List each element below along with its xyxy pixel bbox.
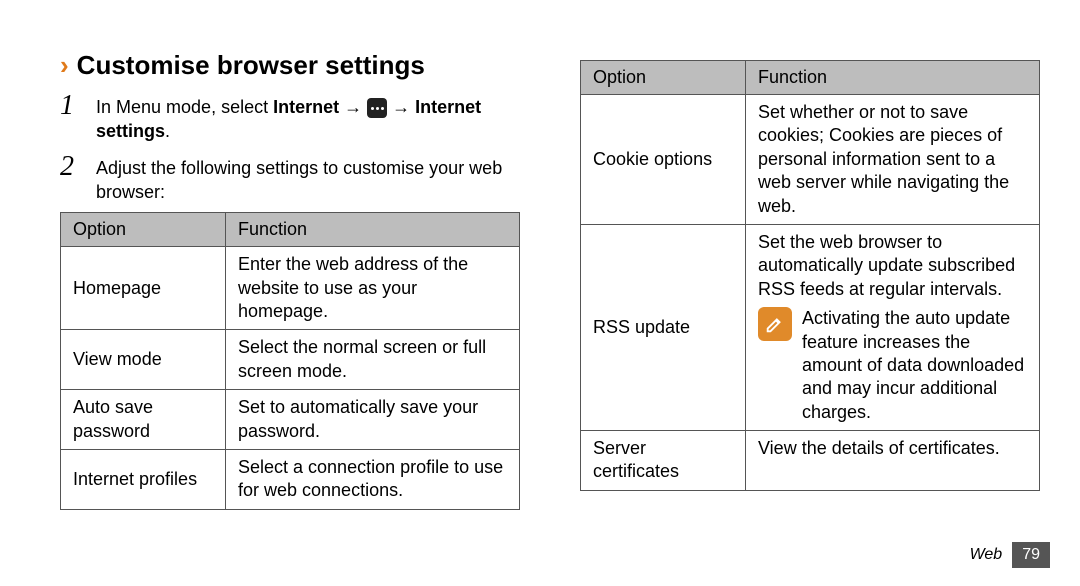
left-column: › Customise browser settings 1 In Menu m… (60, 50, 520, 586)
step-1: 1 In Menu mode, select Internet → → Inte… (60, 91, 520, 144)
manual-page: › Customise browser settings 1 In Menu m… (0, 0, 1080, 586)
page-footer: Web 79 (970, 542, 1050, 568)
table-row: Server certificates View the details of … (581, 431, 1040, 491)
section-heading: › Customise browser settings (60, 50, 520, 81)
table-row: Homepage Enter the web address of the we… (61, 247, 520, 330)
steps-list: 1 In Menu mode, select Internet → → Inte… (60, 91, 520, 204)
table-header-option: Option (61, 213, 226, 247)
step-number: 2 (60, 152, 82, 205)
table-row: RSS update Set the web browser to automa… (581, 224, 1040, 430)
note-block: Activating the auto update feature incre… (758, 307, 1027, 424)
table-header-function: Function (746, 61, 1040, 95)
step-2: 2 Adjust the following settings to custo… (60, 152, 520, 205)
rss-function-cell: Set the web browser to automatically upd… (746, 224, 1040, 430)
table-header-option: Option (581, 61, 746, 95)
chevron-right-icon: › (60, 52, 69, 78)
right-column: Option Function Cookie options Set wheth… (580, 50, 1040, 586)
table-row: Auto save password Set to automatically … (61, 390, 520, 450)
more-options-icon (367, 98, 387, 118)
options-table-right: Option Function Cookie options Set wheth… (580, 60, 1040, 491)
note-icon (758, 307, 792, 341)
step-number: 1 (60, 91, 82, 144)
footer-section: Web (970, 546, 1003, 564)
options-table-left: Option Function Homepage Enter the web a… (60, 212, 520, 510)
table-row: Cookie options Set whether or not to sav… (581, 95, 1040, 225)
heading-text: Customise browser settings (77, 50, 425, 81)
step-body: In Menu mode, select Internet → → Intern… (96, 91, 520, 144)
step-body: Adjust the following settings to customi… (96, 152, 520, 205)
table-row: View mode Select the normal screen or fu… (61, 330, 520, 390)
table-header-function: Function (226, 213, 520, 247)
page-number: 79 (1012, 542, 1050, 568)
table-row: Internet profiles Select a connection pr… (61, 449, 520, 509)
